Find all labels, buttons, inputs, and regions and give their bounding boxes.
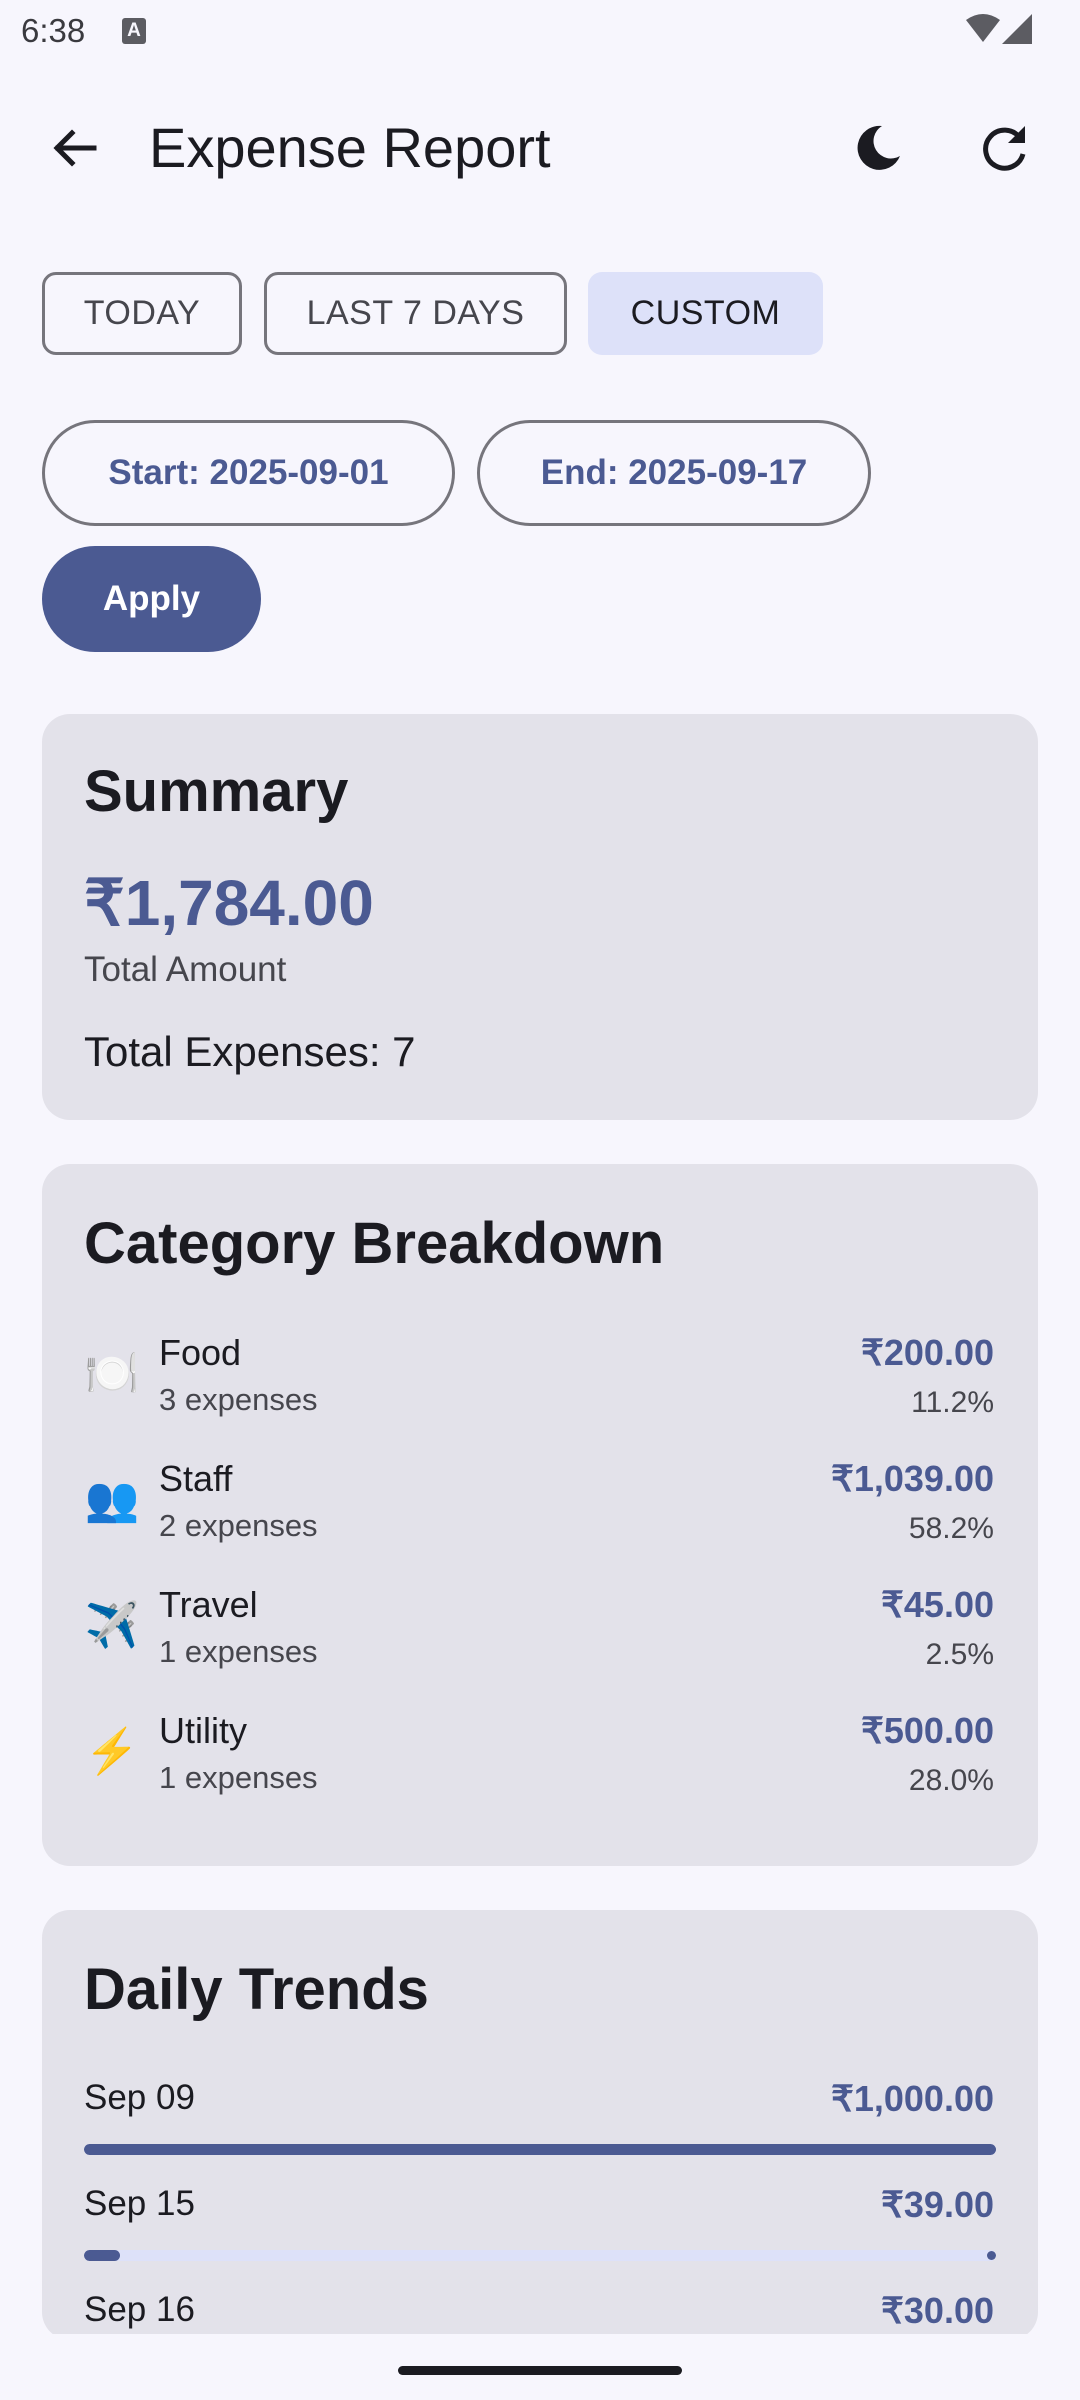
trend-progress-end-dot	[987, 2251, 996, 2260]
end-date-button[interactable]: End: 2025-09-17	[477, 420, 871, 526]
trend-progress-bar	[84, 2250, 996, 2261]
status-icons	[964, 12, 1034, 53]
summary-card: Summary ₹1,784.00 Total Amount Total Exp…	[42, 714, 1038, 1120]
travel-icon: ✈️	[84, 1601, 140, 1650]
category-name: Food	[159, 1332, 242, 1373]
category-name: Staff	[159, 1458, 233, 1499]
trend-progress-fill	[84, 2250, 120, 2261]
trend-row: Sep 15 ₹39.00	[42, 2184, 1038, 2290]
category-breakdown-title: Category Breakdown	[84, 1211, 665, 1276]
trend-progress-end-dot	[987, 2145, 996, 2154]
staff-icon: 👥	[84, 1475, 140, 1524]
total-expenses: Total Expenses: 7	[84, 1028, 416, 1075]
category-count: 3 expenses	[159, 1382, 318, 1417]
category-row-staff: 👥 Staff 2 expenses ₹1,039.00 58.2%	[42, 1458, 1038, 1568]
start-date-button[interactable]: Start: 2025-09-01	[42, 420, 455, 526]
arrow-back-icon	[53, 129, 97, 167]
category-amount: ₹500.00	[860, 1710, 994, 1751]
app-bar: Expense Report	[0, 80, 1080, 214]
trend-date: Sep 16	[84, 2290, 195, 2329]
category-row-travel: ✈️ Travel 1 expenses ₹45.00 2.5%	[42, 1584, 1038, 1694]
trend-amount: ₹39.00	[881, 2184, 994, 2225]
apply-button[interactable]: Apply	[42, 546, 261, 652]
category-row-utility: ⚡ Utility 1 expenses ₹500.00 28.0%	[42, 1710, 1038, 1820]
category-row-food: 🍽️ Food 3 expenses ₹200.00 11.2%	[42, 1332, 1038, 1442]
chip-last-7-days[interactable]: LAST 7 DAYS	[264, 272, 567, 355]
category-name: Utility	[159, 1710, 247, 1751]
page-title: Expense Report	[149, 116, 551, 179]
summary-title: Summary	[84, 759, 349, 824]
total-amount-label: Total Amount	[84, 950, 287, 989]
refresh-icon	[983, 126, 1026, 171]
status-time: 6:38	[21, 12, 86, 49]
gesture-nav-handle[interactable]	[398, 2366, 682, 2375]
notification-icon: A	[122, 18, 146, 44]
trend-progress-bar	[84, 2144, 996, 2155]
category-count: 1 expenses	[159, 1634, 318, 1669]
category-percent: 11.2%	[911, 1386, 994, 1419]
total-amount: ₹1,784.00	[84, 867, 374, 939]
trend-amount: ₹30.00	[881, 2290, 994, 2331]
theme-toggle-button[interactable]	[846, 116, 910, 180]
utility-icon: ⚡	[84, 1727, 140, 1776]
trend-progress-fill	[84, 2144, 996, 2155]
category-percent: 2.5%	[925, 1638, 994, 1671]
food-icon: 🍽️	[84, 1349, 140, 1398]
chip-today[interactable]: TODAY	[42, 272, 242, 355]
category-breakdown-card: Category Breakdown 🍽️ Food 3 expenses ₹2…	[42, 1164, 1038, 1866]
category-percent: 58.2%	[908, 1512, 994, 1545]
moon-icon	[857, 125, 900, 170]
trend-date: Sep 15	[84, 2184, 195, 2223]
category-count: 2 expenses	[159, 1508, 318, 1543]
trend-date: Sep 09	[84, 2078, 195, 2117]
chip-custom[interactable]: CUSTOM	[588, 272, 823, 355]
daily-trends-title: Daily Trends	[84, 1957, 429, 2022]
category-count: 1 expenses	[159, 1760, 318, 1795]
refresh-button[interactable]	[972, 116, 1036, 180]
category-amount: ₹45.00	[881, 1584, 994, 1625]
daily-trends-card: Daily Trends Sep 09 ₹1,000.00 Sep 15 ₹39…	[42, 1910, 1038, 2340]
trend-amount: ₹1,000.00	[830, 2078, 994, 2119]
category-amount: ₹200.00	[860, 1332, 994, 1373]
wifi-signal-icon	[966, 14, 1032, 44]
back-button[interactable]	[42, 116, 106, 180]
category-amount: ₹1,039.00	[830, 1458, 994, 1499]
category-name: Travel	[159, 1584, 258, 1625]
category-percent: 28.0%	[908, 1764, 994, 1797]
trend-row: Sep 09 ₹1,000.00	[42, 2078, 1038, 2184]
status-bar: 6:38 A	[0, 0, 1080, 66]
